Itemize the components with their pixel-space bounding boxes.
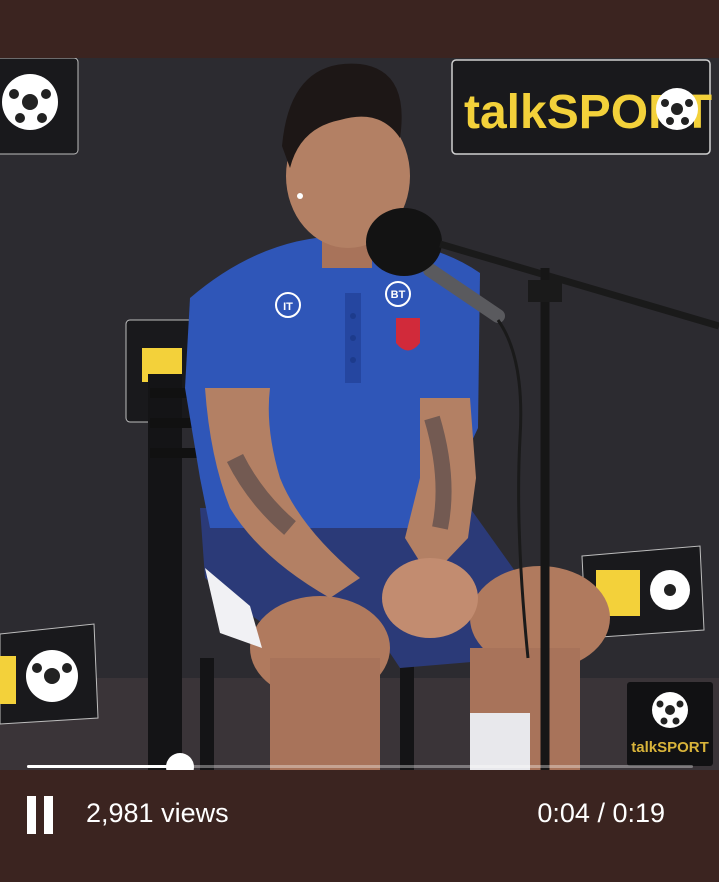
pause-icon-bar (44, 796, 53, 834)
pause-button[interactable] (26, 796, 54, 834)
backdrop-logo-top-left (0, 58, 79, 155)
playback-time: 0:04 / 0:19 (537, 798, 665, 828)
player-bottom-panel: 2,981 views 0:04 / 0:19 (0, 770, 719, 882)
video-scene: talkSPORT IT BT talkSPORT (0, 58, 719, 770)
seek-bar[interactable] (27, 765, 693, 768)
backdrop-banner-top-right: talkSPORT (451, 59, 712, 155)
svg-text:IT: IT (283, 301, 293, 313)
top-bar (0, 0, 719, 58)
svg-text:BT: BT (391, 289, 406, 301)
backdrop-banner-bottom-left (0, 623, 99, 725)
pause-icon (27, 796, 36, 834)
video-frame[interactable]: talkSPORT IT BT talkSPORT (0, 58, 719, 770)
view-count: 2,981 views (86, 798, 229, 828)
seek-bar-progress (27, 765, 181, 768)
